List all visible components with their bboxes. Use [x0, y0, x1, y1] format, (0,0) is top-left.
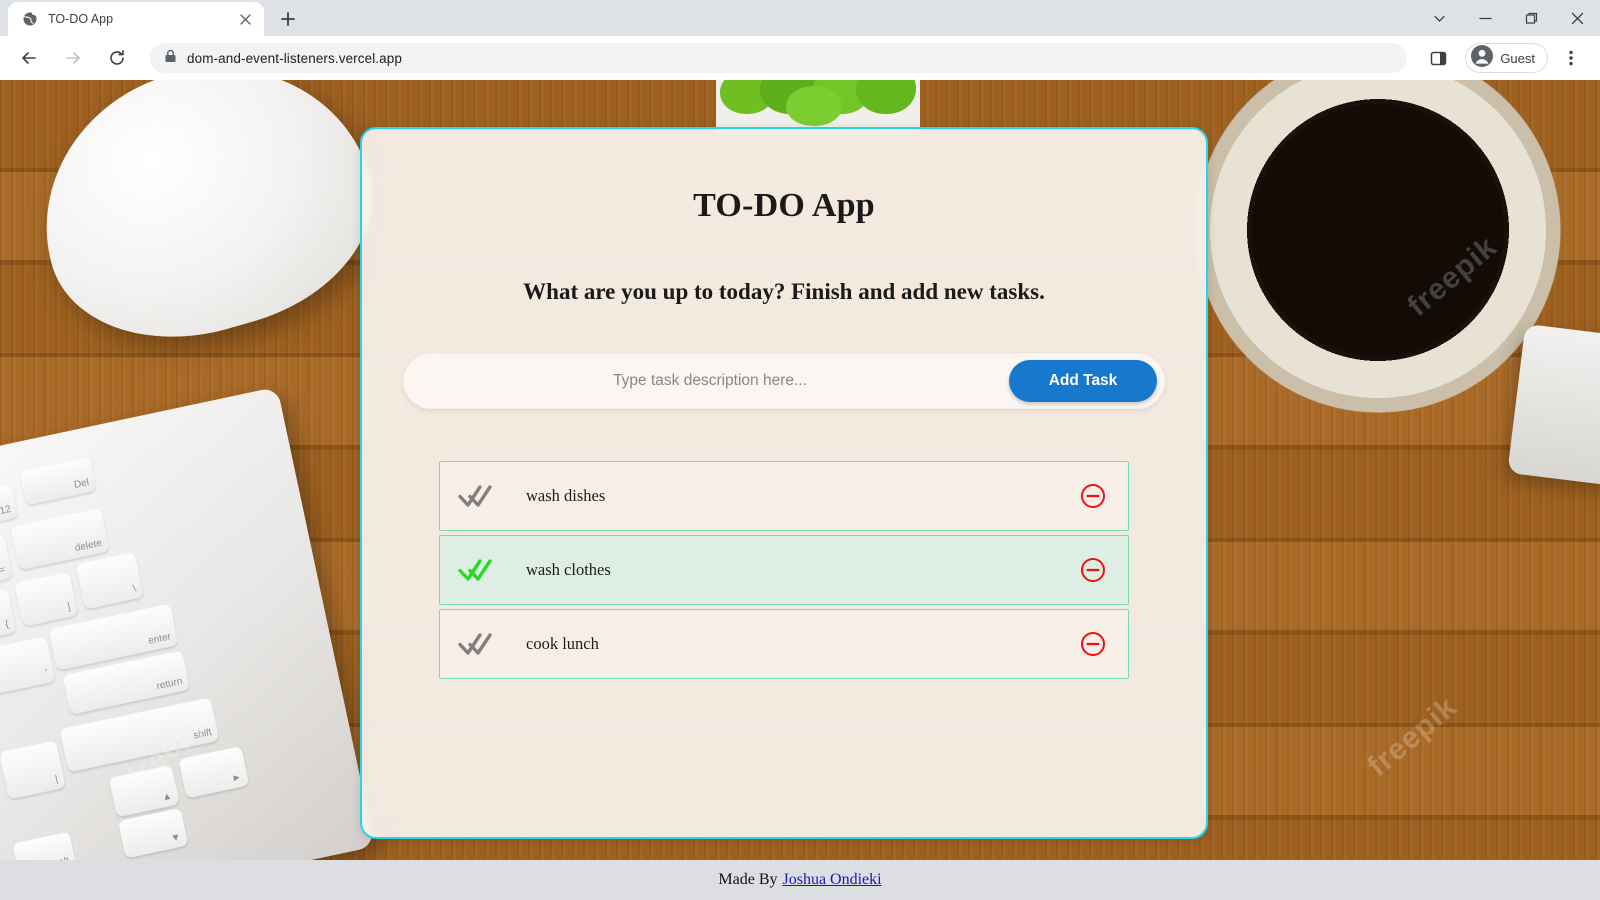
task-label: wash dishes — [526, 486, 606, 505]
task-label: wash clothes — [526, 560, 611, 579]
author-link[interactable]: Joshua Ondieki — [783, 871, 882, 889]
chevron-down-icon[interactable] — [1416, 0, 1462, 36]
add-task-button[interactable]: Add Task — [1009, 360, 1157, 402]
task-list: wash dishes wash clothes cook lunch — [439, 461, 1129, 679]
plus-icon — [281, 12, 295, 26]
new-tab-button[interactable] — [274, 5, 302, 33]
page-viewport: F12 Del = delete { ] \ enter return ' sh… — [0, 80, 1600, 900]
close-icon[interactable] — [236, 10, 254, 28]
todo-card: TO-DO App What are you up to today? Fini… — [360, 127, 1208, 839]
address-bar[interactable]: dom-and-event-listeners.vercel.app — [150, 43, 1408, 73]
lock-icon — [164, 49, 177, 68]
profile-name: Guest — [1500, 50, 1535, 66]
browser-window: TO-DO App dom-and-event-listeners.vercel… — [0, 0, 1600, 900]
tab-strip: TO-DO App — [0, 0, 1600, 36]
side-panel-icon[interactable] — [1422, 42, 1454, 74]
browser-toolbar: dom-and-event-listeners.vercel.app Guest — [0, 36, 1600, 80]
reload-icon[interactable] — [101, 42, 133, 74]
maximize-icon[interactable] — [1508, 0, 1554, 36]
avatar-icon — [1470, 44, 1494, 73]
profile-chip[interactable]: Guest — [1465, 43, 1548, 73]
circle-minus-icon[interactable] — [1080, 557, 1106, 583]
page-title: TO-DO App — [693, 187, 875, 224]
task-label: cook lunch — [526, 634, 599, 653]
globe-icon — [22, 11, 38, 27]
circle-minus-icon[interactable] — [1080, 483, 1106, 509]
task-input-row: Add Task — [403, 353, 1165, 409]
tab-title: TO-DO App — [48, 12, 114, 26]
close-icon[interactable] — [1554, 0, 1600, 36]
plant-leaves — [716, 80, 920, 126]
double-check-icon[interactable] — [458, 631, 498, 657]
kebab-menu-icon[interactable] — [1555, 42, 1587, 74]
double-check-icon[interactable] — [458, 557, 498, 583]
task-row[interactable]: wash clothes — [439, 535, 1129, 605]
circle-minus-icon[interactable] — [1080, 631, 1106, 657]
back-arrow-icon[interactable] — [13, 42, 45, 74]
url-text: dom-and-event-listeners.vercel.app — [187, 50, 403, 66]
task-row[interactable]: wash dishes — [439, 461, 1129, 531]
double-check-icon[interactable] — [458, 483, 498, 509]
page-subtitle: What are you up to today? Finish and add… — [523, 279, 1045, 304]
forward-arrow-icon[interactable] — [57, 42, 89, 74]
page-footer: Made By Joshua Ondieki — [0, 860, 1600, 900]
footer-prefix: Made By — [718, 871, 778, 888]
window-controls — [1416, 0, 1600, 36]
minimize-icon[interactable] — [1462, 0, 1508, 36]
browser-tab[interactable]: TO-DO App — [8, 2, 264, 36]
task-row[interactable]: cook lunch — [439, 609, 1129, 679]
